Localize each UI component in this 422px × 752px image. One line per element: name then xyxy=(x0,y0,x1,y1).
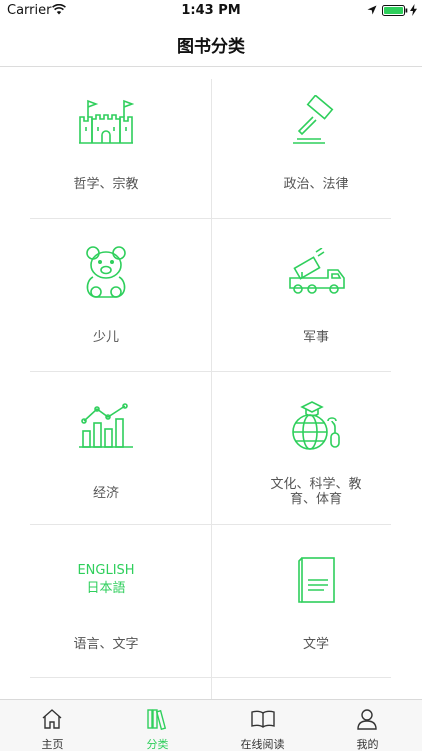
category-politics-law[interactable]: 政治、法律 xyxy=(226,67,406,219)
category-economics[interactable]: 经济 xyxy=(16,373,196,525)
category-label-line1: 文化、科学、教 xyxy=(270,477,362,492)
category-label: 少儿 xyxy=(92,330,119,345)
navigation-bar: 图书分类 xyxy=(0,22,422,67)
japanese-text-icon: 日本語 xyxy=(86,581,126,596)
battery-icon xyxy=(382,5,408,16)
book-icon xyxy=(298,557,335,603)
english-text-icon: ENGLISH xyxy=(77,563,135,578)
home-icon xyxy=(42,709,62,729)
location-arrow-icon xyxy=(367,5,377,15)
category-label: 文学 xyxy=(302,637,329,652)
category-label-line2: 育、体育 xyxy=(289,492,342,507)
category-label: 哲学、宗教 xyxy=(73,177,139,192)
category-label: 政治、法律 xyxy=(283,177,349,192)
category-grid: 哲学、宗教 政治、法律 少儿 军事 经济 文化、科学、教 育、体育 ENGLIS… xyxy=(0,67,422,699)
bar-chart-icon xyxy=(79,403,133,448)
page-title: 图书分类 xyxy=(177,37,245,57)
clock: 1:43 PM xyxy=(181,3,241,18)
tab-home[interactable]: 主页 xyxy=(0,700,105,751)
category-military[interactable]: 军事 xyxy=(226,220,406,372)
castle-icon xyxy=(79,99,134,144)
person-icon xyxy=(357,709,377,730)
status-bar: Carrier 1:43 PM xyxy=(0,0,422,22)
category-label: 军事 xyxy=(302,330,329,345)
tab-bar: 主页 分类 在线阅读 我的 xyxy=(0,699,422,751)
open-book-icon xyxy=(251,710,275,728)
books-icon xyxy=(147,709,167,730)
missile-truck-icon xyxy=(289,248,345,294)
column-divider xyxy=(211,79,212,699)
category-language-writing[interactable]: ENGLISH 日本語 语言、文字 xyxy=(16,526,196,678)
tab-me[interactable]: 我的 xyxy=(315,700,420,751)
globe-mouse-icon xyxy=(292,401,340,450)
gavel-icon xyxy=(293,95,334,144)
category-label: 语言、文字 xyxy=(73,637,139,652)
category-philosophy-religion[interactable]: 哲学、宗教 xyxy=(16,67,196,219)
charging-bolt-icon xyxy=(410,4,417,16)
teddy-bear-icon xyxy=(86,246,126,298)
category-children[interactable]: 少儿 xyxy=(16,220,196,372)
tab-online-reading[interactable]: 在线阅读 xyxy=(210,700,315,751)
tab-categories[interactable]: 分类 xyxy=(105,700,210,751)
category-label: 经济 xyxy=(92,486,119,501)
category-literature[interactable]: 文学 xyxy=(226,526,406,678)
category-culture-science-education-sports[interactable]: 文化、科学、教 育、体育 xyxy=(226,373,406,525)
